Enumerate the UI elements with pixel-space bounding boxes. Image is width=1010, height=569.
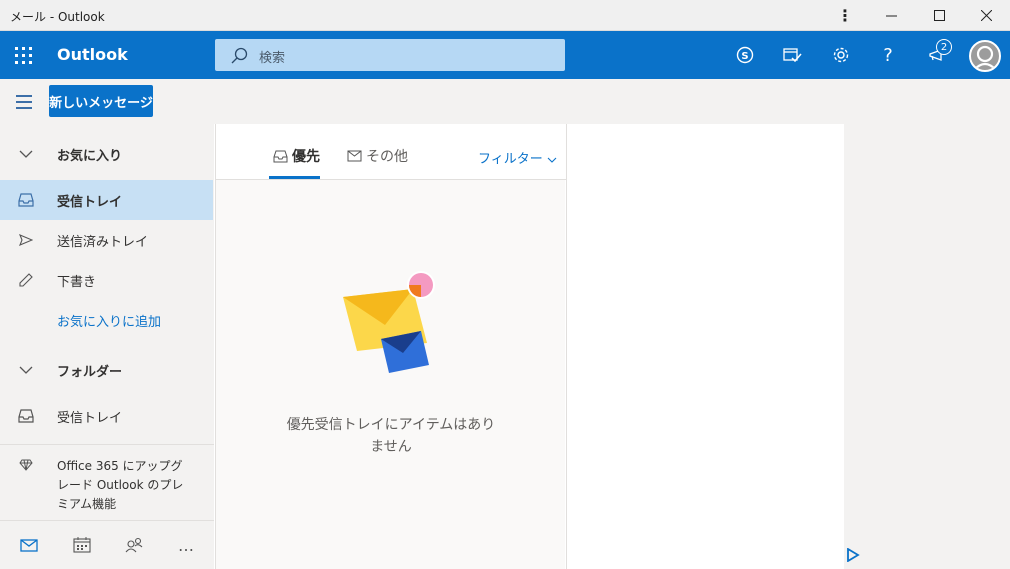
favorites-header[interactable]: お気に入り — [0, 134, 213, 174]
sidebar-item-label: 受信トレイ — [57, 194, 123, 210]
envelope-icon — [347, 150, 362, 162]
window-minimize-button[interactable] — [868, 0, 914, 31]
sidebar-item-label: 送信済みトレイ — [57, 234, 149, 250]
avatar[interactable] — [969, 40, 1001, 72]
maximize-icon — [933, 10, 945, 21]
pencil-icon — [17, 271, 35, 289]
settings-gear-icon[interactable] — [829, 43, 853, 67]
sent-icon — [17, 231, 35, 249]
person-icon — [973, 45, 997, 70]
todo-icon[interactable] — [780, 43, 804, 67]
notification-badge: 2 — [936, 39, 952, 55]
inbox-icon — [17, 191, 35, 209]
add-favorite-label: お気に入りに追加 — [57, 314, 162, 330]
command-bar: 新しいメッセージ — [0, 79, 1010, 124]
brand-name[interactable]: Outlook — [57, 45, 128, 64]
more-apps-icon[interactable]: … — [175, 535, 197, 555]
message-list: 優先 その他 フィルター 優先受信トレイにアイテムはありません — [215, 124, 566, 569]
tab-focused[interactable]: 優先 — [273, 146, 320, 166]
window-maximize-button[interactable] — [916, 0, 962, 31]
tab-focused-label: 優先 — [292, 149, 320, 165]
app-header: Outlook 検索 S ? 2 — [0, 31, 1010, 79]
calendar-icon[interactable] — [71, 535, 93, 555]
close-icon — [980, 10, 992, 21]
app-launcher-icon[interactable] — [15, 47, 33, 65]
active-tab-indicator — [269, 176, 320, 179]
diamond-icon — [17, 456, 35, 474]
tab-other-label: その他 — [366, 149, 408, 165]
help-icon[interactable]: ? — [876, 43, 900, 67]
chevron-down-icon — [17, 145, 35, 163]
skype-icon[interactable]: S — [733, 43, 757, 67]
sidebar-item-sent[interactable]: 送信済みトレイ — [0, 220, 213, 260]
tab-other[interactable]: その他 — [347, 146, 408, 166]
sidebar-item-label: 下書き — [57, 274, 97, 290]
svg-text:S: S — [741, 51, 748, 62]
sidebar: お気に入り 受信トレイ 送信済みトレイ 下書き お気に入りに追加 フォルダー 受… — [0, 124, 214, 569]
people-icon[interactable] — [123, 535, 145, 555]
sidebar-item-inbox[interactable]: 受信トレイ — [0, 180, 213, 220]
new-message-button[interactable]: 新しいメッセージ — [49, 85, 153, 117]
minimize-icon — [885, 15, 897, 17]
reading-pane — [566, 124, 844, 569]
window-close-button[interactable] — [963, 0, 1009, 31]
inbox-icon — [17, 407, 35, 425]
inbox-tabs: 優先 その他 フィルター — [216, 124, 566, 180]
adchoices-icon[interactable] — [846, 548, 860, 562]
ad-pane — [844, 124, 1010, 569]
empty-inbox-illustration — [343, 271, 435, 373]
app-switcher: … — [0, 520, 214, 569]
filter-label: フィルター — [478, 152, 543, 167]
window-title: メール - Outlook — [10, 10, 105, 24]
sidebar-item-drafts[interactable]: 下書き — [0, 260, 213, 300]
sidebar-item-label: 受信トレイ — [57, 410, 123, 426]
mail-icon[interactable] — [18, 535, 40, 555]
window-titlebar: メール - Outlook ⋮ — [0, 0, 1010, 31]
search-box[interactable]: 検索 — [215, 39, 565, 71]
favorites-header-label: お気に入り — [57, 148, 123, 164]
chevron-down-icon — [547, 157, 557, 163]
empty-state-message: 優先受信トレイにアイテムはありません — [286, 417, 496, 455]
folders-header[interactable]: フォルダー — [0, 350, 213, 390]
filter-dropdown[interactable]: フィルター — [478, 148, 557, 167]
upgrade-promo[interactable]: Office 365 にアップグレード Outlook のプレミアム機能 — [57, 457, 187, 514]
search-icon — [231, 47, 248, 64]
add-favorite-link[interactable]: お気に入りに追加 — [0, 300, 213, 340]
window-more-button[interactable]: ⋮ — [822, 0, 868, 31]
sidebar-item-folder-inbox[interactable]: 受信トレイ — [0, 396, 213, 436]
chevron-down-icon — [17, 361, 35, 379]
search-input[interactable]: 検索 — [259, 47, 285, 66]
divider — [0, 444, 214, 445]
inbox-icon — [273, 150, 288, 162]
hamburger-menu-icon[interactable] — [16, 95, 34, 109]
folders-header-label: フォルダー — [57, 364, 123, 380]
